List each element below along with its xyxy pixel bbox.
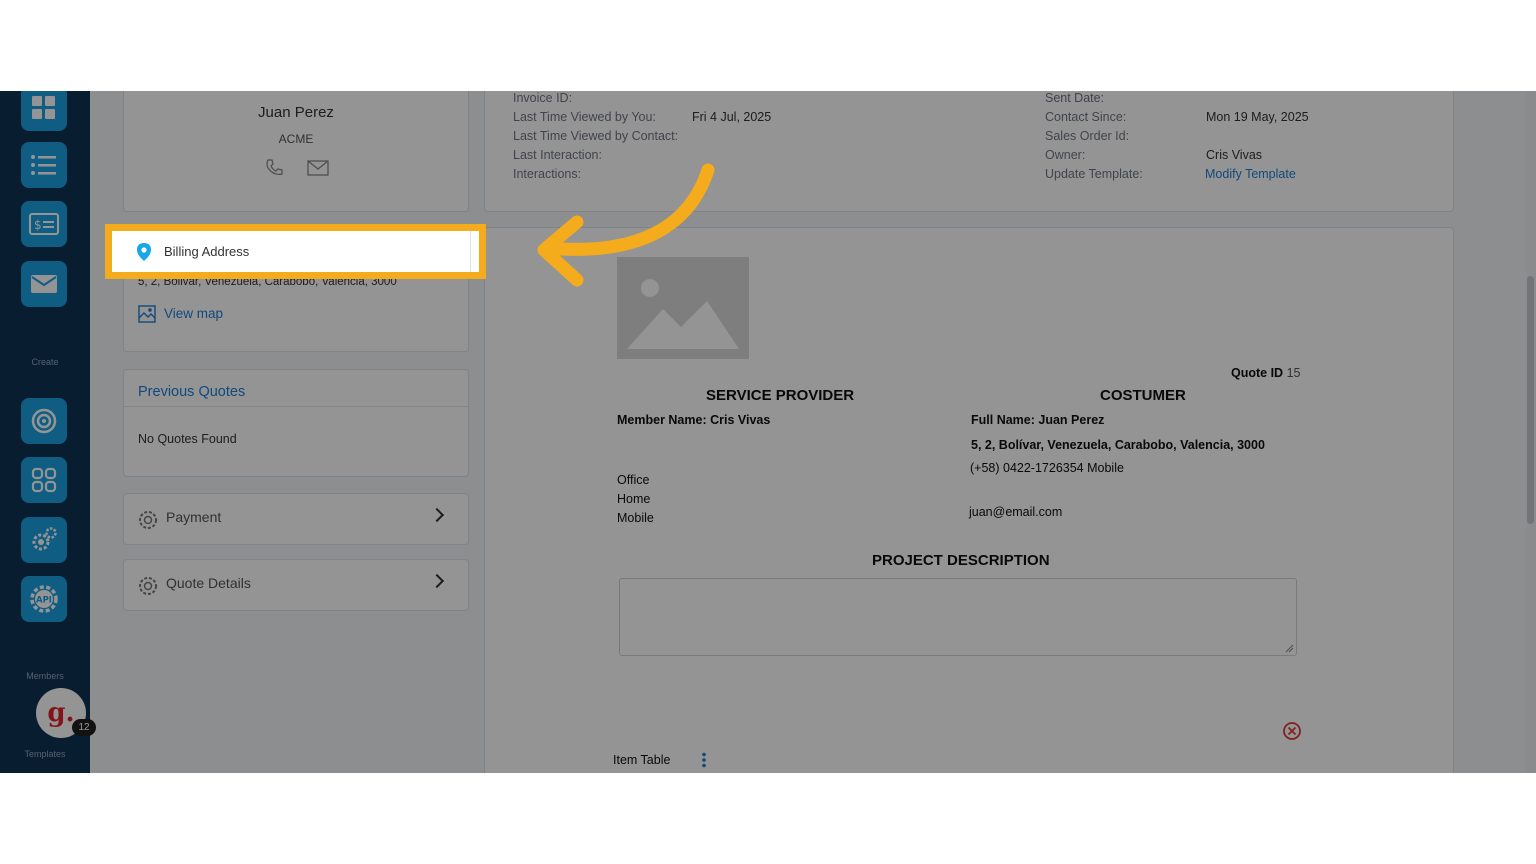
gears-icon [32, 527, 57, 551]
customer-phone: (+58) 0422-1726354 Mobile [970, 461, 1124, 475]
member-name-value: Cris Vivas [710, 413, 771, 427]
gear-icon [139, 577, 157, 595]
list-icon [31, 155, 56, 175]
project-description-textarea[interactable] [619, 578, 1297, 656]
chevron-right-icon [429, 573, 445, 589]
phone-icon[interactable] [264, 158, 284, 178]
apps-icon [31, 467, 57, 493]
billing-address-label: Billing Address [164, 244, 250, 259]
grid-icon [32, 96, 55, 119]
contact-name: Juan Perez [258, 104, 334, 121]
sidebar-settings-button[interactable] [21, 517, 67, 563]
location-pin-icon [137, 243, 151, 261]
info-value: Fri 4 Jul, 2025 [692, 110, 772, 124]
quote-id-label: Quote ID [1231, 366, 1284, 380]
owner-value: Cris Vivas [1206, 148, 1263, 162]
info-label: Last Time Viewed by Contact: [513, 129, 679, 143]
home-label: Home [617, 492, 651, 506]
office-label: Office [617, 473, 650, 487]
item-table-label: Item Table [613, 753, 671, 767]
sidebar-invoice-button[interactable]: $ [21, 201, 67, 247]
sidebar-create-label: Create [31, 357, 59, 367]
info-label: Invoice ID: [513, 91, 573, 105]
sidebar-dashboard-button[interactable] [21, 91, 67, 131]
full-name-value: Juan Perez [1038, 413, 1105, 427]
member-name-label: Member Name: [617, 413, 707, 427]
info-label: Sales Order Id: [1045, 129, 1130, 143]
info-label: Last Time Viewed by You: [513, 110, 656, 124]
avatar-letter: g. [47, 698, 75, 728]
quote-id-value: 15 [1286, 366, 1301, 380]
divider [124, 406, 468, 407]
remove-circle-icon[interactable] [1282, 721, 1302, 741]
map-icon [138, 305, 156, 323]
full-name-label: Full Name: [971, 413, 1035, 427]
customer-email: juan@email.com [969, 505, 1063, 519]
member-name: Member Name: Cris Vivas [617, 413, 770, 427]
sidebar-mail-button[interactable] [21, 261, 67, 307]
info-label: Sent Date: [1045, 91, 1105, 105]
sidebar-templates-label: Templates [24, 749, 66, 759]
gear-icon [139, 511, 157, 529]
info-label: Owner: [1045, 148, 1086, 162]
target-icon [31, 408, 57, 434]
payment-row[interactable]: Payment [123, 493, 469, 545]
sidebar-apps-button[interactable] [21, 457, 67, 503]
service-provider-heading: SERVICE PROVIDER [706, 387, 855, 404]
quote-document: Quote ID 15 SERVICE PROVIDER COSTUMER Me… [484, 227, 1454, 773]
kebab-menu-icon[interactable] [701, 752, 707, 768]
quote-id: Quote ID 15 [1231, 366, 1300, 380]
view-map-link[interactable]: View map [164, 306, 223, 321]
divider [470, 231, 471, 272]
billing-address-highlight[interactable]: Billing Address [105, 224, 486, 279]
info-label: Contact Since: [1045, 110, 1127, 124]
resize-handle-icon[interactable] [1285, 644, 1294, 653]
previous-quotes-card: Previous Quotes No Quotes Found [123, 369, 469, 477]
quote-details-title: Quote Details [166, 575, 251, 591]
full-name: Full Name: Juan Perez [971, 413, 1104, 427]
sidebar-members-label: Members [26, 671, 64, 681]
sidebar-list-button[interactable] [21, 142, 67, 188]
scrollbar-track[interactable] [1526, 91, 1536, 773]
api-gear-icon: API [30, 585, 58, 613]
contact-company: ACME [278, 132, 314, 146]
mobile-label: Mobile [617, 511, 654, 525]
quote-details-row[interactable]: Quote Details [123, 559, 469, 611]
contact-card: Juan Perez ACME [123, 91, 469, 212]
modify-template-link[interactable]: Modify Template [1205, 167, 1296, 181]
invoice-icon: $ [29, 213, 59, 235]
customer-address: 5, 2, Bolívar, Venezuela, Carabobo, Vale… [971, 438, 1265, 452]
previous-quotes-title: Previous Quotes [138, 384, 246, 400]
app-frame: $ Create API Members g. 12 Templates Jua… [0, 91, 1536, 773]
customer-heading: COSTUMER [1100, 387, 1186, 404]
annotation-arrow-icon [537, 163, 715, 287]
sidebar-api-button[interactable]: API [21, 576, 67, 622]
project-description-heading: PROJECT DESCRIPTION [872, 552, 1050, 569]
svg-text:$: $ [34, 218, 42, 232]
scrollbar-thumb[interactable] [1527, 276, 1534, 524]
sidebar-target-button[interactable] [21, 398, 67, 444]
mail-icon [31, 275, 57, 293]
chevron-right-icon [429, 507, 445, 523]
no-quotes-text: No Quotes Found [138, 432, 237, 446]
payment-title: Payment [166, 509, 222, 525]
main-content: Juan Perez ACME 5, 2, Bolivar, Venezuela… [90, 91, 1536, 773]
info-label: Update Template: [1045, 167, 1143, 181]
sidebar: $ Create API Members g. 12 Templates [0, 91, 96, 773]
envelope-icon[interactable] [307, 160, 329, 176]
api-icon-label: API [36, 596, 52, 606]
info-value: Mon 19 May, 2025 [1206, 110, 1309, 124]
